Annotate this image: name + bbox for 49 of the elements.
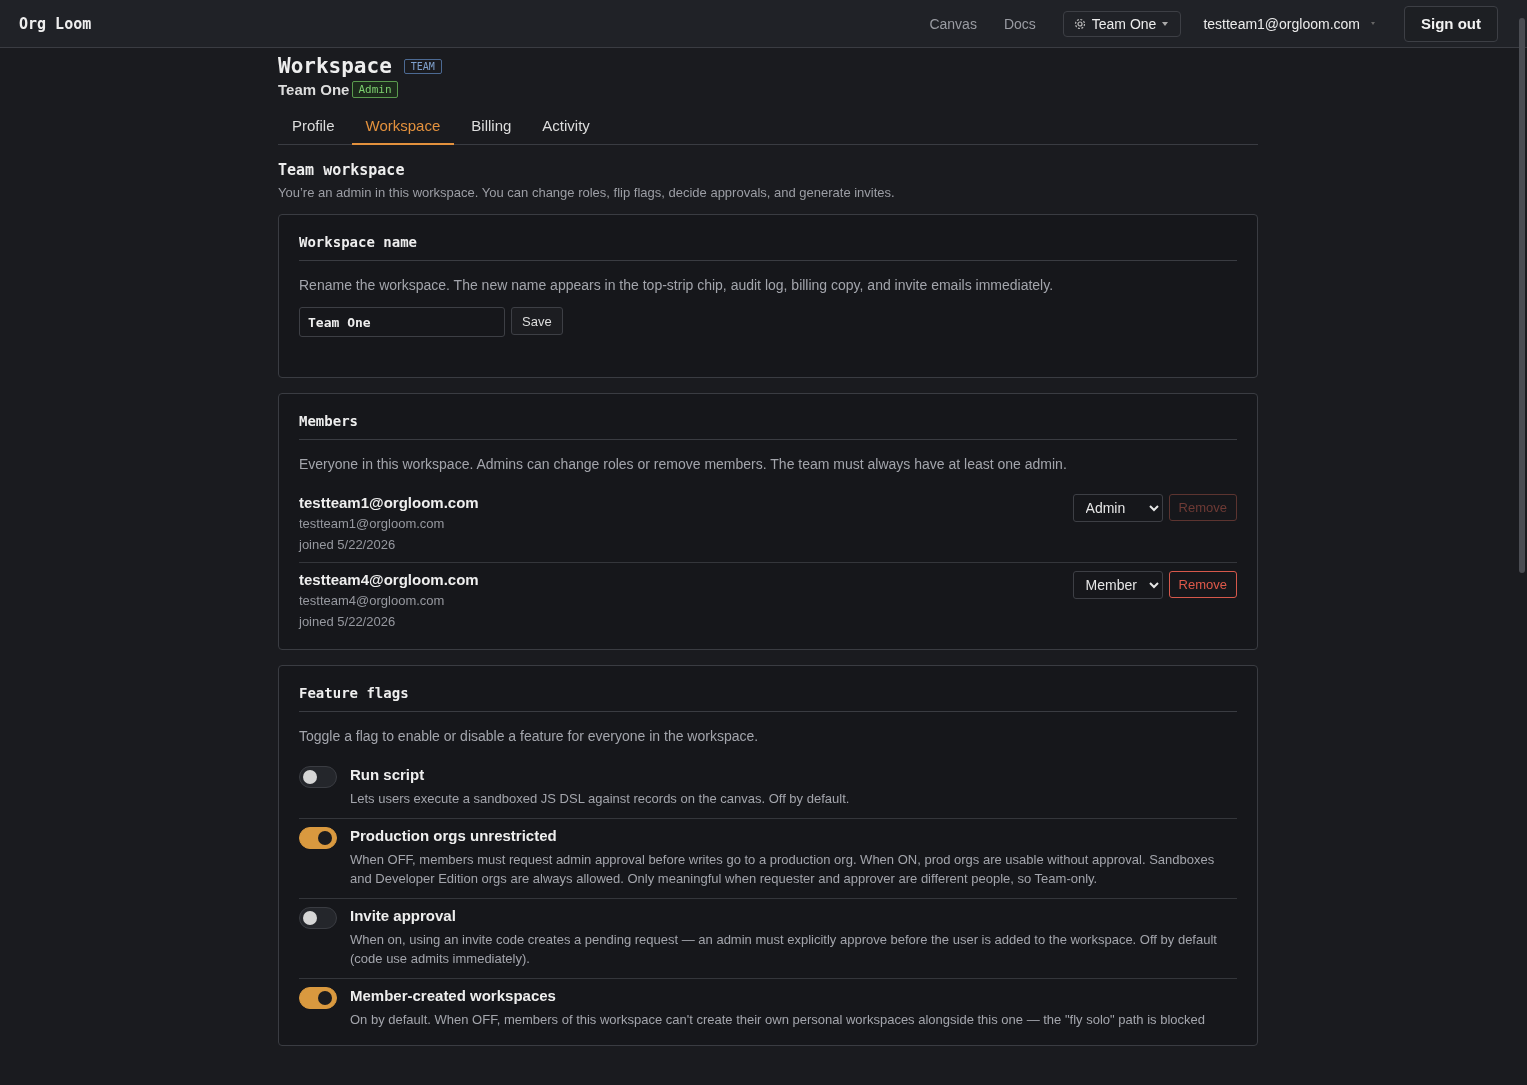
section-description: You’re an admin in this workspace. You can change roles, flip flags, decide approvals, and generate invites. bbox=[278, 185, 896, 200]
member-email: testteam4@orgloom.com bbox=[299, 593, 446, 608]
remove-button[interactable]: Remove bbox=[1168, 571, 1237, 598]
page-title: Workspace bbox=[278, 54, 392, 78]
member-email: testteam1@orgloom.com bbox=[299, 516, 446, 531]
flag-description: When on, using an invite code creates a pending request — an admin must explicitly approve before the user is added to the workspace. Off by default (code use admits immediately). bbox=[350, 931, 1218, 968]
caret-icon bbox=[1370, 21, 1376, 26]
flag-name: Production orgs unrestricted bbox=[350, 827, 558, 844]
toggle-switch[interactable] bbox=[299, 827, 337, 849]
card-description: Toggle a flag to enable or disable a feature for everyone in the workspace. bbox=[299, 728, 760, 744]
team-switcher[interactable]: Team One bbox=[1062, 10, 1182, 37]
card-title: Workspace name bbox=[299, 229, 1237, 261]
member-name: testteam1@orgloom.com bbox=[299, 494, 479, 511]
card-description: Rename the workspace. The new name appears in the top-strip chip, audit log, billing copy, and invite emails immediately. bbox=[299, 277, 1055, 293]
card-description: Everyone in this workspace. Admins can change roles or remove members. The team must always have at least one admin. bbox=[299, 456, 1068, 472]
tab[interactable]: Workspace bbox=[351, 112, 455, 145]
role-select[interactable]: Member bbox=[1072, 571, 1163, 599]
tab[interactable]: Profile bbox=[278, 112, 349, 145]
save-button[interactable]: Save bbox=[511, 307, 563, 335]
flag-description: On by default. When OFF, members of this workspace can't create their own personal workspaces alongside this one — the "fly solo" path is blocked bbox=[350, 1011, 1206, 1029]
card-title: Feature flags bbox=[299, 680, 1237, 712]
nav-link[interactable]: Canvas bbox=[929, 15, 977, 32]
workspace-name-field[interactable]: Team One bbox=[299, 307, 505, 337]
role-select[interactable]: Admin bbox=[1072, 494, 1163, 522]
flag-description: When OFF, members must request admin approval before writes go to a production org. When ON, prod orgs are usable without approval. Sandboxes and Developer Edition orgs are always allowed. Only meaningful when requester and approver are different people, so Team-only. bbox=[350, 851, 1216, 888]
nav-link[interactable]: Docs bbox=[1003, 15, 1036, 32]
tab[interactable]: Billing bbox=[457, 112, 526, 145]
flag-name: Member-created workspaces bbox=[350, 987, 557, 1004]
flag-name: Invite approval bbox=[350, 907, 457, 924]
plan-badge: TEAM bbox=[403, 58, 442, 74]
account-menu[interactable]: testteam1@orgloom.com bbox=[1203, 15, 1376, 32]
member-name: testteam4@orgloom.com bbox=[299, 571, 479, 588]
team-name: Team One bbox=[278, 81, 350, 98]
flag-description: Lets users execute a sandboxed JS DSL against records on the canvas. Off by default. bbox=[350, 790, 851, 808]
member-joined-date: joined 5/22/2026 bbox=[299, 537, 397, 552]
member-joined-date: joined 5/22/2026 bbox=[299, 614, 397, 629]
card-title: Members bbox=[299, 408, 1237, 440]
gear-icon bbox=[1073, 17, 1086, 30]
role-badge: Admin bbox=[352, 81, 398, 98]
toggle-switch[interactable] bbox=[299, 766, 337, 788]
caret-icon bbox=[1162, 21, 1169, 26]
sign-out-button[interactable]: Sign out bbox=[1404, 5, 1498, 42]
toggle-switch[interactable] bbox=[299, 987, 337, 1009]
app-logo: Org Loom bbox=[19, 14, 92, 33]
tab[interactable]: Activity bbox=[528, 112, 604, 145]
scrollbar-thumb[interactable] bbox=[1519, 18, 1525, 573]
section-title: Team workspace bbox=[278, 161, 406, 179]
toggle-switch[interactable] bbox=[299, 907, 337, 929]
flag-name: Run script bbox=[350, 766, 426, 783]
